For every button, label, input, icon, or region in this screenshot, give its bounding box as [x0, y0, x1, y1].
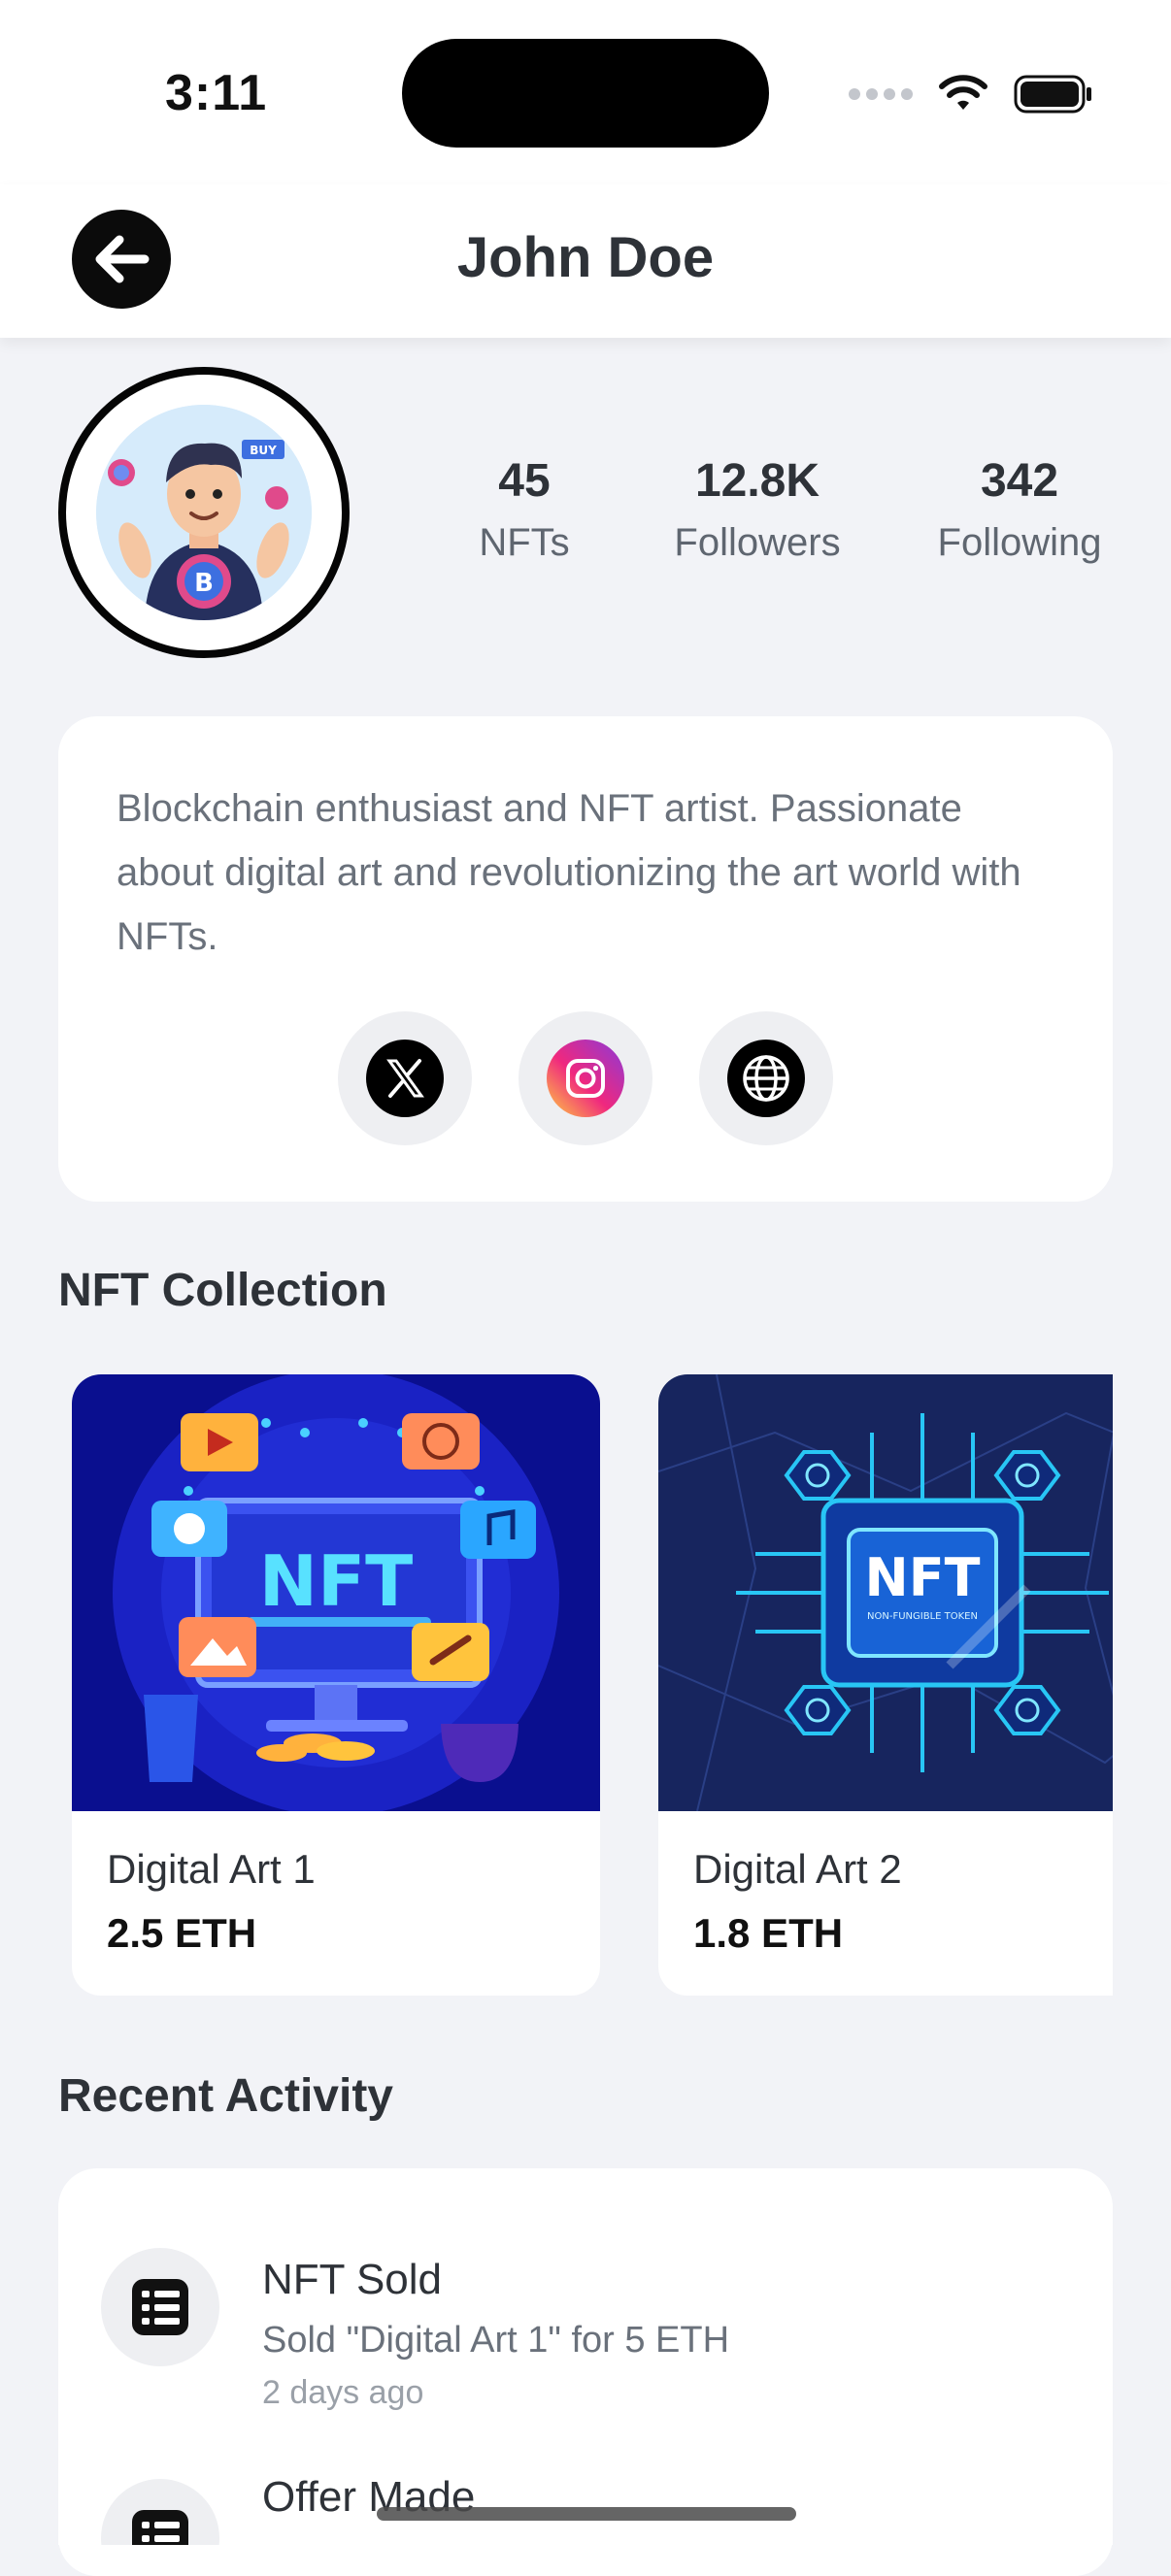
bio-text: Blockchain enthusiast and NFT artist. Pa…	[117, 787, 1021, 958]
home-indicator[interactable]	[377, 2507, 796, 2521]
globe-icon	[727, 1040, 805, 1117]
profile-summary: B BUY 45 NFTs 12.8K Followers 342 Follow…	[58, 367, 1117, 658]
svg-text:B: B	[194, 569, 214, 598]
navigation-bar: John Doe	[0, 184, 1171, 338]
website-link-button[interactable]	[699, 1011, 833, 1145]
nft-name: Digital Art 1	[107, 1846, 316, 1892]
stat-value: 12.8K	[694, 455, 820, 507]
instagram-link-button[interactable]	[519, 1011, 652, 1145]
activity-title: Recent Activity	[58, 2070, 393, 2122]
list-icon	[132, 2510, 188, 2545]
status-icons	[849, 72, 1093, 116]
stat-value: 342	[980, 455, 1059, 507]
stat-followers[interactable]: 12.8K Followers	[660, 454, 854, 565]
nft-image: NFT	[72, 1374, 600, 1811]
nft-name: Digital Art 2	[693, 1846, 902, 1892]
wifi-icon	[939, 75, 987, 110]
x-logo-icon	[366, 1040, 444, 1117]
stat-label: Following	[937, 521, 1102, 564]
nft-card[interactable]: NFT NON-FUNGIBLE TOKEN Digital Art 2 1.8…	[658, 1374, 1113, 1996]
nft-carousel[interactable]: NFT Digital Art 1 2.5 ETH NFT NON-FUNGIB…	[72, 1374, 1113, 1996]
activity-card-continued: Offer Made	[58, 2438, 1113, 2545]
social-links	[338, 1011, 833, 1145]
nft-art-subtext: NON-FUNGIBLE TOKEN	[867, 1611, 978, 1622]
cellular-signal-icon	[849, 88, 913, 100]
stat-value: 45	[498, 455, 551, 507]
nft-image: NFT NON-FUNGIBLE TOKEN	[658, 1374, 1113, 1811]
collection-title: NFT Collection	[58, 1265, 387, 1316]
status-bar: 3:11	[0, 0, 1171, 184]
page-title: John Doe	[456, 226, 715, 289]
activity-description: Sold "Digital Art 1" for 5 ETH	[262, 2320, 730, 2361]
avatar[interactable]: B BUY	[58, 367, 350, 658]
dynamic-island	[402, 39, 769, 148]
nft-card[interactable]: NFT Digital Art 1 2.5 ETH	[72, 1374, 600, 1996]
nft-price: 1.8 ETH	[693, 1910, 844, 1956]
list-icon	[132, 2279, 188, 2335]
status-time: 3:11	[165, 65, 268, 121]
activity-item[interactable]: NFT Sold Sold "Digital Art 1" for 5 ETH …	[101, 2248, 1072, 2442]
activity-title: NFT Sold	[262, 2256, 443, 2303]
nft-art-text: NFT	[865, 1547, 981, 1608]
activity-time: 2 days ago	[262, 2374, 424, 2411]
battery-icon	[1014, 75, 1091, 114]
avatar-badge-text: BUY	[250, 444, 277, 457]
stat-following[interactable]: 342 Following	[922, 454, 1117, 565]
stat-nfts[interactable]: 45 NFTs	[447, 454, 602, 565]
nft-art-text: NFT	[259, 1540, 414, 1622]
stat-label: NFTs	[479, 521, 570, 564]
instagram-icon	[547, 1040, 624, 1117]
activity-icon-wrap	[101, 2479, 219, 2545]
stat-label: Followers	[674, 521, 841, 564]
avatar-illustration: B BUY	[96, 405, 312, 620]
activity-icon-wrap	[101, 2248, 219, 2366]
nft-price: 2.5 ETH	[107, 1910, 257, 1956]
bio-card: Blockchain enthusiast and NFT artist. Pa…	[58, 716, 1113, 1202]
x-link-button[interactable]	[338, 1011, 472, 1145]
